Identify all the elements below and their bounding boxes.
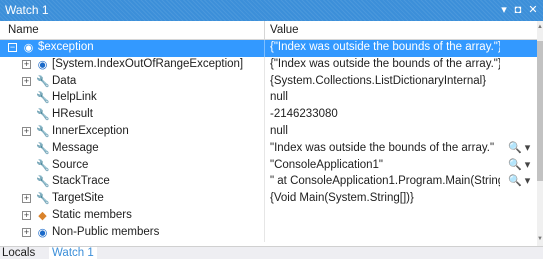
watch-row[interactable]: 🔧 HResult -2146233080 [0, 107, 537, 124]
row-name: HelpLink [52, 91, 97, 104]
wrench-icon: 🔧 [36, 142, 50, 155]
tab-locals[interactable]: Locals [2, 247, 35, 259]
column-divider [264, 123, 265, 141]
watch-row[interactable]: + 🔧 TargetSite {Void Main(System.String[])} [0, 191, 537, 208]
expand-icon[interactable]: + [22, 194, 31, 204]
column-divider [264, 56, 265, 74]
column-divider [264, 90, 265, 108]
watch-row[interactable]: 🔧 HelpLink null [0, 90, 537, 108]
row-value[interactable]: {"Index was outside the bounds of the ar… [270, 41, 500, 53]
row-name: Static members [52, 208, 132, 221]
column-header-value[interactable]: Value [270, 24, 299, 36]
object-icon: ◉ [37, 58, 48, 71]
watch-row[interactable]: 🔧 Message "Index was outside the bounds of… [0, 140, 537, 158]
column-header: Name Value [0, 21, 537, 40]
scroll-up-icon[interactable]: ▲ [537, 23, 543, 31]
collapse-icon[interactable]: − [8, 43, 17, 52]
row-name: $exception [38, 41, 94, 53]
column-divider [264, 207, 265, 225]
watch-row[interactable]: + ◉ Non-Public members [0, 224, 537, 242]
column-divider [264, 174, 265, 192]
wrench-icon: 🔧 [36, 75, 50, 88]
row-value[interactable]: {System.Collections.ListDictionaryIntern… [270, 75, 500, 87]
watch-row[interactable]: + 🔧 Data {System.Collections.ListDictionary… [0, 73, 537, 91]
chevron-down-icon[interactable]: ▾ [497, 2, 511, 18]
row-value[interactable]: " at ConsoleApplication1.Program.Main(St… [270, 175, 500, 187]
watch-row[interactable]: + 🔧 InnerException null [0, 123, 537, 141]
expand-icon[interactable]: + [22, 227, 31, 237]
column-divider[interactable] [264, 21, 265, 40]
row-name: TargetSite [52, 192, 104, 205]
column-divider [264, 157, 265, 175]
wrench-icon: 🔧 [36, 159, 50, 172]
column-divider [264, 191, 265, 208]
column-divider [264, 40, 265, 57]
row-value[interactable]: {"Index was outside the bounds of the ar… [270, 58, 500, 70]
text-visualizer-icon[interactable]: 🔍 ▾ [508, 158, 530, 171]
watch-row[interactable]: + ◉ [System.IndexOutOfRangeException] {"Ind… [0, 56, 537, 74]
tool-window-tabs: Locals Watch 1 [0, 246, 543, 259]
watch-grid: − ◉ $exception {"Index was outside the boun… [0, 40, 537, 242]
row-name: Source [52, 158, 89, 171]
wrench-icon: 🔧 [36, 92, 50, 105]
text-visualizer-icon[interactable]: 🔍 ▾ [508, 141, 530, 154]
watch-window-titlebar: Watch 1 ▾ ◘ ✕ [0, 0, 543, 21]
row-value[interactable]: "ConsoleApplication1" [270, 159, 500, 171]
text-visualizer-icon[interactable]: 🔍 ▾ [508, 174, 530, 187]
exception-icon: ◉ [23, 42, 34, 54]
expand-icon[interactable]: + [22, 210, 31, 220]
pin-icon[interactable]: ◘ [511, 2, 525, 18]
row-value[interactable]: "Index was outside the bounds of the arr… [270, 142, 500, 154]
column-header-name[interactable]: Name [8, 24, 39, 36]
row-value[interactable]: {Void Main(System.String[])} [270, 192, 500, 204]
scrollbar-thumb[interactable] [537, 41, 543, 181]
row-name: InnerException [52, 124, 129, 137]
column-divider [264, 224, 265, 242]
watch-row[interactable]: 🔧 StackTrace " at ConsoleApplication1.Prog… [0, 174, 537, 192]
row-value[interactable]: -2146233080 [270, 108, 500, 120]
column-divider [264, 140, 265, 158]
window-title: Watch 1 [5, 3, 49, 17]
watch-row[interactable]: − ◉ $exception {"Index was outside the boun… [0, 40, 537, 57]
tab-watch-1[interactable]: Watch 1 [49, 247, 97, 259]
row-name: HResult [52, 108, 93, 121]
vertical-scrollbar[interactable]: ▲ ▼ [537, 21, 543, 246]
watch-row[interactable]: 🔧 Source "ConsoleApplication1" 🔍 ▾ [0, 157, 537, 175]
row-name: [System.IndexOutOfRangeException] [52, 57, 244, 70]
scroll-down-icon[interactable]: ▼ [537, 235, 543, 243]
row-value[interactable]: null [270, 91, 500, 103]
wrench-icon: 🔧 [36, 109, 50, 122]
expand-icon[interactable]: + [22, 59, 31, 69]
row-name: Non-Public members [52, 225, 160, 238]
wrench-icon: 🔧 [36, 176, 50, 189]
wrench-icon: 🔧 [36, 193, 50, 206]
row-name: Message [52, 141, 99, 154]
object-icon: ◉ [37, 226, 48, 239]
column-divider [264, 107, 265, 124]
column-divider [264, 73, 265, 91]
row-value[interactable]: null [270, 125, 500, 137]
close-icon[interactable]: ✕ [526, 2, 540, 18]
static-members-icon: ◆ [38, 209, 47, 222]
row-name: Data [52, 74, 77, 87]
expand-icon[interactable]: + [22, 76, 31, 86]
watch-row[interactable]: + ◆ Static members [0, 207, 537, 225]
expand-icon[interactable]: + [22, 126, 31, 136]
wrench-icon: 🔧 [36, 125, 50, 138]
row-name: StackTrace [52, 175, 110, 188]
